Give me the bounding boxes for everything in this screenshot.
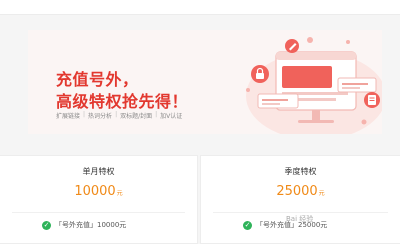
banner-feature-3: 双标题/封面 — [120, 113, 153, 120]
banner-illustration — [246, 37, 382, 134]
plan-feature: ✓ 「号外充值」10000元 — [42, 220, 127, 230]
banner-feature-list: 扩展链接 | 热词分析 | 双标题/封面 | 加V认证 — [56, 111, 183, 120]
banner-feature-1: 扩展链接 — [56, 113, 81, 120]
divider — [12, 212, 185, 213]
plan-card-monthly[interactable]: 单月特权 10000元 ✓ 「号外充值」10000元 — [0, 155, 198, 244]
plan-price: 10000元 — [74, 184, 123, 199]
plan-title: 单月特权 — [82, 167, 115, 176]
plan-price: 25000元 — [276, 184, 325, 199]
plan-card-quarterly[interactable]: 季度特权 25000元 ✓ 「号外充值」25000元 — [200, 155, 400, 244]
banner-headline-2: 高级特权抢先得！ — [56, 92, 189, 111]
banner-feature-2: 热词分析 — [88, 113, 113, 120]
promo-banner[interactable]: 充值号外， 高级特权抢先得！ 扩展链接 | 热词分析 | 双标题/封面 | 加V… — [28, 30, 382, 134]
top-bar — [0, 0, 400, 15]
plan-title: 季度特权 — [284, 167, 317, 176]
banner-feature-4: 加V认证 — [160, 113, 183, 120]
check-icon: ✓ — [42, 220, 51, 230]
divider — [213, 212, 388, 213]
banner-headline-1: 充值号外， — [56, 70, 139, 89]
check-icon: ✓ — [243, 220, 252, 230]
watermark: Bai 经验 — [286, 215, 314, 223]
